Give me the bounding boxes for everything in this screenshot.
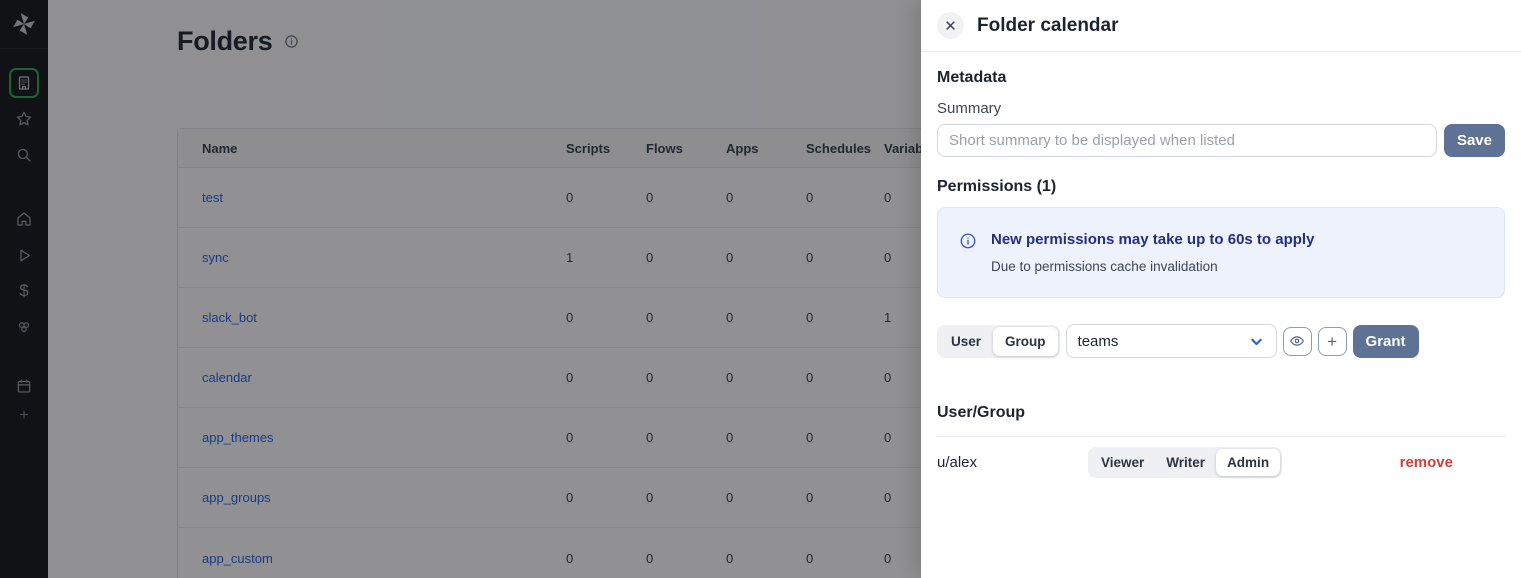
permissions-banner: New permissions may take up to 60s to ap…	[937, 207, 1505, 298]
permissions-heading: Permissions (1)	[937, 178, 1505, 196]
metadata-heading: Metadata	[937, 69, 1505, 87]
user-group-toggle: User Group	[937, 325, 1060, 358]
grant-button[interactable]: Grant	[1353, 325, 1419, 358]
banner-text: New permissions may take up to 60s to ap…	[991, 231, 1314, 274]
summary-input[interactable]	[937, 124, 1437, 157]
role-viewer[interactable]: Viewer	[1090, 449, 1155, 476]
close-icon[interactable]: ✕	[937, 12, 964, 39]
role-toggle: Viewer Writer Admin	[1088, 447, 1282, 478]
role-admin[interactable]: Admin	[1216, 449, 1280, 476]
plus-icon: +	[1327, 333, 1337, 350]
user-group-heading: User/Group	[937, 404, 1505, 422]
entry-name: u/alex	[937, 454, 1088, 471]
grant-controls: User Group teams + Grant	[937, 324, 1505, 358]
group-select[interactable]: teams	[1066, 324, 1277, 358]
role-writer[interactable]: Writer	[1155, 449, 1216, 476]
group-select-value: teams	[1078, 333, 1119, 350]
eye-icon	[1289, 333, 1305, 349]
info-icon	[959, 231, 977, 274]
permission-entry-row: u/alex Viewer Writer Admin remove	[937, 437, 1505, 478]
view-permissions-button[interactable]	[1283, 327, 1312, 356]
summary-label: Summary	[937, 100, 1505, 117]
save-button[interactable]: Save	[1444, 124, 1505, 157]
banner-subtitle: Due to permissions cache invalidation	[991, 259, 1314, 274]
summary-row: Save	[937, 124, 1505, 157]
drawer-header: ✕ Folder calendar	[921, 0, 1521, 52]
add-item-button[interactable]: +	[1318, 327, 1347, 356]
drawer-overlay[interactable]	[0, 0, 921, 578]
drawer-body: Metadata Summary Save Permissions (1) Ne…	[921, 52, 1521, 478]
chevron-down-icon	[1248, 333, 1265, 350]
drawer-title: Folder calendar	[977, 15, 1119, 37]
toggle-group[interactable]: Group	[993, 327, 1058, 356]
folder-drawer: ✕ Folder calendar Metadata Summary Save …	[921, 0, 1521, 578]
toggle-user[interactable]: User	[939, 327, 993, 356]
remove-button[interactable]: remove	[1400, 454, 1453, 471]
banner-title: New permissions may take up to 60s to ap…	[991, 231, 1314, 248]
